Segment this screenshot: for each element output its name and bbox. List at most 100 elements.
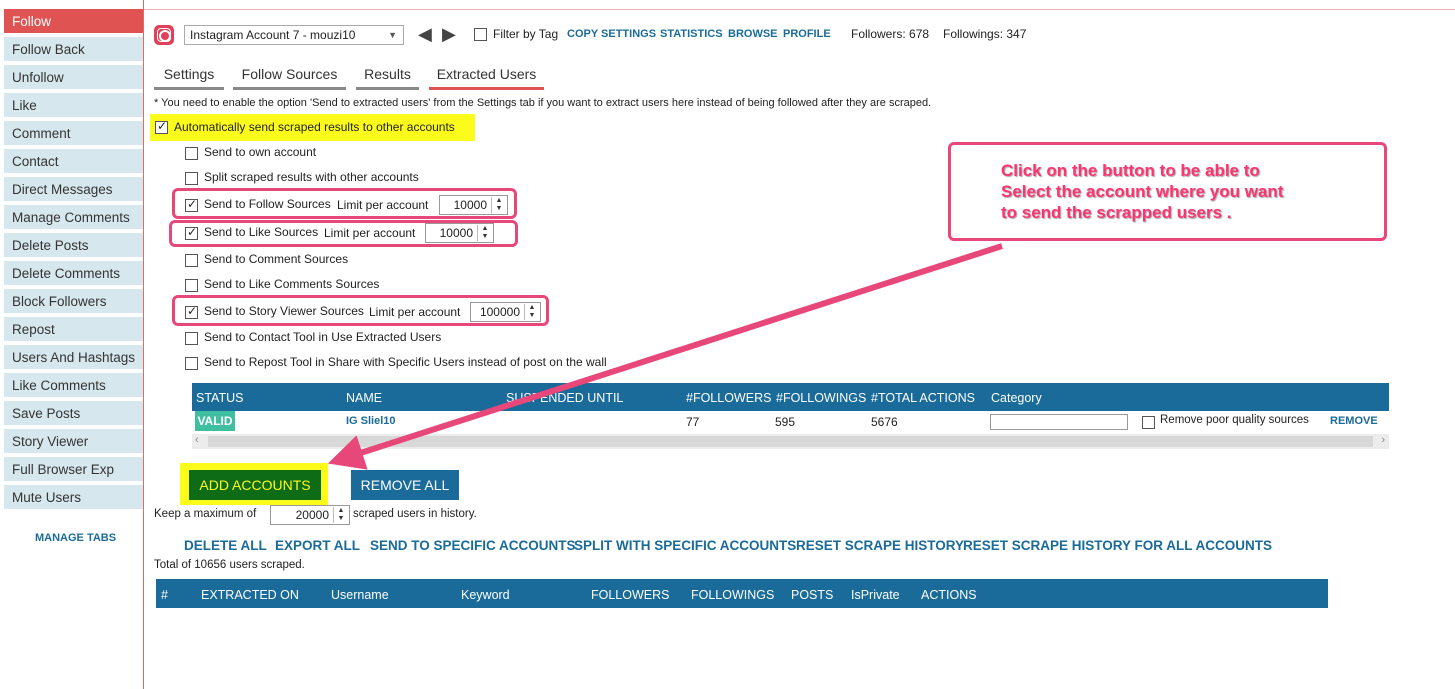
tab-extracted-users[interactable]: Extracted Users: [429, 66, 544, 90]
export-all-link[interactable]: EXPORT ALL: [275, 538, 360, 553]
account-select-value: Instagram Account 7 - mouzi10: [190, 28, 356, 42]
stepper-icon[interactable]: ▲ ▼: [477, 225, 492, 241]
add-accounts-button[interactable]: ADD ACCOUNTS: [189, 470, 321, 500]
story-sources-limit-input[interactable]: 100000 ▲ ▼: [470, 302, 541, 322]
stepper-icon[interactable]: ▲ ▼: [524, 304, 539, 320]
follow-sources-limit-label: Limit per account: [337, 198, 429, 212]
annotation-text: Click on the button to be able to Select…: [1001, 161, 1284, 222]
contact-tool-checkbox[interactable]: [185, 332, 198, 345]
split-with-specific-accounts-link[interactable]: SPLIT WITH SPECIFIC ACCOUNTS: [574, 538, 796, 553]
sidebar-item-full-browser-exp[interactable]: Full Browser Exp: [4, 457, 143, 483]
send-to-specific-accounts-link[interactable]: SEND TO SPECIFIC ACCOUNTS: [370, 538, 576, 553]
sidebar-item-direct-messages[interactable]: Direct Messages: [4, 177, 143, 203]
stepper-icon[interactable]: ▲ ▼: [333, 507, 348, 523]
sidebar-item-manage-comments[interactable]: Manage Comments: [4, 205, 143, 231]
reset-scrape-history-link[interactable]: RESET SCRAPE HISTORY: [796, 538, 964, 553]
sidebar-item-repost[interactable]: Repost: [4, 317, 143, 343]
account-followers: 77: [686, 415, 700, 429]
sidebar-item-mute-users[interactable]: Mute Users: [4, 485, 143, 511]
sidebar-item-follow[interactable]: Follow: [4, 9, 143, 35]
auto-send-checkbox[interactable]: [155, 119, 168, 134]
profile-link[interactable]: PROFILE: [783, 28, 831, 40]
like-comments-sources-checkbox[interactable]: [185, 279, 198, 292]
repost-tool-checkbox[interactable]: [185, 357, 198, 370]
like-comments-sources-label: Send to Like Comments Sources: [204, 277, 380, 291]
instagram-icon: [154, 25, 174, 45]
sidebar-item-save-posts[interactable]: Save Posts: [4, 401, 143, 427]
send-own-checkbox[interactable]: [185, 147, 198, 160]
remove-all-button[interactable]: REMOVE ALL: [351, 470, 459, 500]
stepper-icon[interactable]: ▲ ▼: [491, 197, 506, 213]
remove-account-link[interactable]: REMOVE: [1330, 415, 1378, 427]
sidebar-item-users-and-hashtags[interactable]: Users And Hashtags: [4, 345, 143, 371]
sidebar-item-like[interactable]: Like: [4, 93, 143, 119]
account-total-actions: 5676: [871, 415, 898, 429]
history-max-input[interactable]: 20000 ▲ ▼: [270, 505, 350, 525]
category-input[interactable]: [990, 414, 1128, 430]
scrollbar-thumb[interactable]: [208, 436, 1373, 447]
reset-scrape-history-all-link[interactable]: RESET SCRAPE HISTORY FOR ALL ACCOUNTS: [963, 538, 1272, 553]
sidebar-item-block-followers[interactable]: Block Followers: [4, 289, 143, 315]
account-select[interactable]: Instagram Account 7 - mouzi10 ▼: [184, 25, 404, 45]
tab-follow-sources[interactable]: Follow Sources: [233, 66, 346, 90]
results-table-header: # EXTRACTED ON Username Keyword FOLLOWER…: [156, 579, 1328, 608]
next-account-icon[interactable]: ▶: [442, 24, 456, 45]
column-header: IsPrivate: [851, 588, 900, 602]
column-header: Username: [331, 588, 389, 602]
annotation-callout: Click on the button to be able to Select…: [948, 142, 1387, 241]
remove-poor-quality-checkbox[interactable]: [1142, 416, 1155, 429]
tab-results[interactable]: Results: [356, 66, 419, 90]
column-header: NAME: [346, 391, 383, 405]
column-header: STATUS: [196, 391, 244, 405]
tab-underline: [154, 87, 224, 90]
follow-sources-limit-input[interactable]: 10000 ▲ ▼: [439, 195, 508, 215]
scroll-left-icon[interactable]: ‹: [195, 434, 199, 446]
sidebar-item-like-comments[interactable]: Like Comments: [4, 373, 143, 399]
tab-settings[interactable]: Settings: [154, 66, 224, 90]
delete-all-link[interactable]: DELETE ALL: [184, 538, 267, 553]
tab-label: Settings: [163, 66, 215, 82]
split-checkbox[interactable]: [185, 172, 198, 185]
sidebar-item-unfollow[interactable]: Unfollow: [4, 65, 143, 91]
split-label: Split scraped results with other account…: [204, 170, 419, 184]
comment-sources-label: Send to Comment Sources: [204, 252, 349, 266]
story-sources-checkbox[interactable]: [185, 304, 198, 319]
scroll-right-icon[interactable]: ›: [1381, 434, 1385, 446]
horizontal-scrollbar[interactable]: ‹ ›: [192, 434, 1389, 449]
sidebar-item-story-viewer[interactable]: Story Viewer: [4, 429, 143, 455]
filter-by-tag-checkbox[interactable]: [474, 28, 487, 41]
sidebar-item-comment[interactable]: Comment: [4, 121, 143, 147]
like-sources-limit-input[interactable]: 10000 ▲ ▼: [425, 223, 494, 243]
sidebar-item-follow-back[interactable]: Follow Back: [4, 37, 143, 63]
chevron-down-icon: ▼: [388, 30, 397, 40]
like-sources-checkbox[interactable]: [185, 225, 198, 240]
previous-account-icon[interactable]: ◀: [418, 24, 432, 45]
accounts-table-header: STATUS NAME SUSPENDED UNTIL #FOLLOWERS #…: [192, 383, 1389, 411]
history-max-value: 20000: [295, 508, 329, 522]
column-header: POSTS: [791, 588, 834, 602]
account-name-link[interactable]: IG Sliel10: [346, 415, 396, 427]
tab-underline: [356, 87, 419, 90]
total-scraped-text: Total of 10656 users scraped.: [154, 559, 305, 571]
sidebar-item-delete-posts[interactable]: Delete Posts: [4, 233, 143, 259]
sidebar-item-delete-comments[interactable]: Delete Comments: [4, 261, 143, 287]
column-header: #FOLLOWERS: [686, 391, 772, 405]
statistics-link[interactable]: STATISTICS: [660, 28, 723, 40]
filter-by-tag-label: Filter by Tag: [493, 27, 559, 41]
sidebar: Follow Follow Back Unfollow Like Comment…: [0, 0, 144, 689]
column-header: FOLLOWINGS: [691, 588, 775, 602]
comment-sources-checkbox[interactable]: [185, 254, 198, 267]
follow-sources-checkbox[interactable]: [185, 197, 198, 212]
column-header: ACTIONS: [921, 588, 977, 602]
account-followings: 595: [775, 415, 796, 429]
tab-underline: [233, 87, 346, 90]
copy-settings-link[interactable]: COPY SETTINGS: [567, 28, 656, 40]
column-header: SUSPENDED UNTIL: [506, 391, 624, 405]
column-header: EXTRACTED ON: [201, 588, 299, 602]
manage-tabs-link[interactable]: MANAGE TABS: [35, 532, 116, 544]
sidebar-item-contact[interactable]: Contact: [4, 149, 143, 175]
like-sources-limit-value: 10000: [439, 226, 473, 240]
story-sources-label: Send to Story Viewer Sources: [204, 304, 364, 318]
tab-label: Extracted Users: [436, 66, 537, 82]
browse-link[interactable]: BROWSE: [728, 28, 778, 40]
